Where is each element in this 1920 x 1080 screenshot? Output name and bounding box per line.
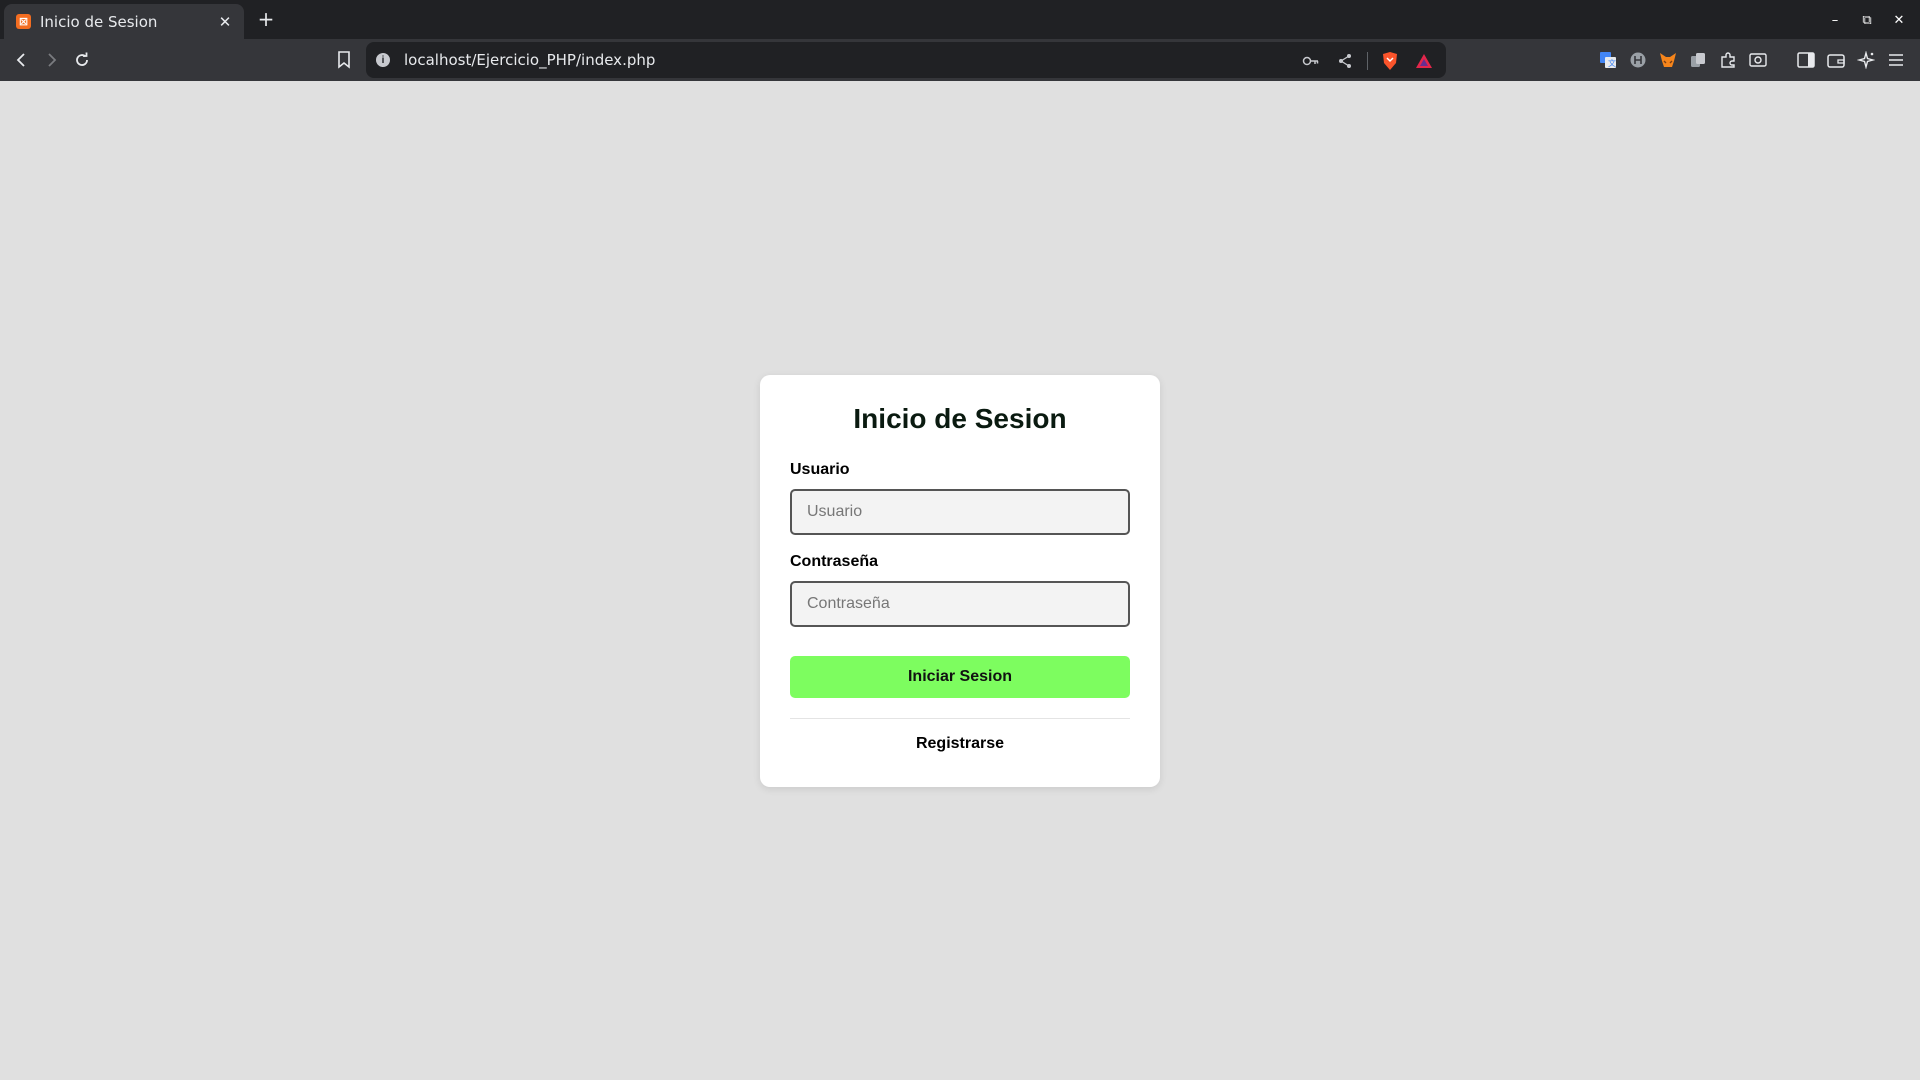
browser-toolbar: i localhost/Ejercicio_PHP/index.php 文	[0, 39, 1920, 81]
metamask-icon[interactable]	[1656, 48, 1680, 72]
back-icon[interactable]	[9, 47, 35, 73]
extensions-bar: 文	[1596, 48, 1770, 72]
minimize-button[interactable]: –	[1822, 8, 1848, 32]
url-text[interactable]: localhost/Ejercicio_PHP/index.php	[404, 51, 655, 69]
reload-icon[interactable]	[69, 47, 95, 73]
password-input[interactable]	[790, 581, 1130, 627]
login-title: Inicio de Sesion	[853, 403, 1067, 434]
leo-icon[interactable]	[1854, 48, 1878, 72]
wallet-icon[interactable]	[1824, 48, 1848, 72]
info-icon[interactable]: i	[376, 53, 390, 67]
tab-title: Inicio de Sesion	[40, 12, 158, 31]
tab-strip: ⊠ Inicio de Sesion ✕ + – ⧉ ✕	[0, 0, 1920, 39]
puzzle-icon[interactable]	[1716, 48, 1740, 72]
active-tab[interactable]: ⊠ Inicio de Sesion ✕	[4, 4, 244, 39]
share-icon[interactable]	[1333, 50, 1357, 72]
address-bar[interactable]: i localhost/Ejercicio_PHP/index.php	[366, 42, 1446, 78]
close-window-button[interactable]: ✕	[1886, 8, 1912, 32]
bookmark-icon[interactable]	[331, 47, 357, 73]
maximize-button[interactable]: ⧉	[1854, 8, 1880, 32]
username-label: Usuario	[790, 461, 850, 478]
key-icon[interactable]	[1299, 50, 1323, 72]
divider	[790, 718, 1130, 719]
register-link[interactable]: Registrarse	[760, 735, 1160, 753]
translate-icon[interactable]: 文	[1596, 48, 1620, 72]
tab-close-icon[interactable]: ✕	[214, 11, 236, 33]
login-submit-button[interactable]: Iniciar Sesion	[790, 656, 1130, 698]
new-tab-button[interactable]: +	[254, 7, 278, 31]
browser-menu-group	[1794, 48, 1908, 72]
forward-icon[interactable]	[38, 47, 64, 73]
toolbar-separator	[1367, 52, 1368, 70]
tab-favicon-icon: ⊠	[16, 14, 31, 29]
extension-icon[interactable]	[1686, 48, 1710, 72]
password-label: Contraseña	[790, 553, 879, 570]
page-viewport: Inicio de Sesion Usuario Contraseña Inic…	[0, 81, 1920, 1080]
window-controls: – ⧉ ✕	[1822, 8, 1912, 32]
login-card: Inicio de Sesion Usuario Contraseña Inic…	[760, 375, 1160, 787]
screenshot-icon[interactable]	[1746, 48, 1770, 72]
extension-icon[interactable]	[1626, 48, 1650, 72]
brave-rewards-icon[interactable]	[1412, 50, 1436, 72]
menu-icon[interactable]	[1884, 48, 1908, 72]
username-input[interactable]	[790, 489, 1130, 535]
svg-text:文: 文	[1608, 58, 1616, 68]
address-bar-actions	[1299, 50, 1436, 72]
sidebar-icon[interactable]	[1794, 48, 1818, 72]
brave-shields-icon[interactable]	[1378, 50, 1402, 72]
